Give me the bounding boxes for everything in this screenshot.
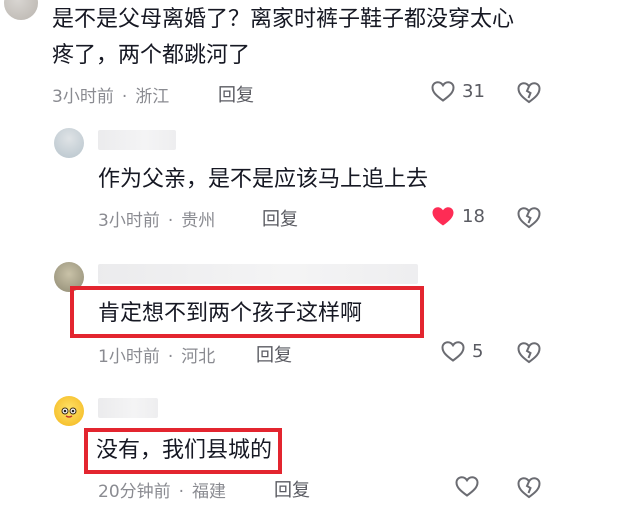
avatar[interactable] xyxy=(54,396,84,426)
comment-meta: 1小时前 · 河北 xyxy=(98,342,215,367)
avatar[interactable] xyxy=(4,0,38,20)
comment-meta: 20分钟前 · 福建 xyxy=(98,477,226,502)
comment-time: 3小时前 xyxy=(98,211,160,231)
comment-text: 肯定想不到两个孩子这样啊 xyxy=(98,301,363,326)
comment-location: 福建 xyxy=(192,482,227,502)
like-button[interactable]: 18 xyxy=(430,204,485,228)
meta-separator: · xyxy=(167,347,174,367)
broken-heart-icon xyxy=(516,474,542,500)
comment-time: 20分钟前 xyxy=(98,482,171,502)
comment-text: 作为父亲，是不是应该马上追上去 xyxy=(98,167,429,192)
like-button[interactable]: 5 xyxy=(440,339,483,363)
dislike-button[interactable] xyxy=(516,474,542,500)
broken-heart-icon xyxy=(516,79,542,105)
dislike-button[interactable] xyxy=(516,79,542,105)
reply-button[interactable]: 回复 xyxy=(256,341,292,367)
heart-outline-icon xyxy=(440,339,466,363)
comment-text-line-1: 是不是父母离婚了？离家时裤子鞋子都没穿太心 xyxy=(52,7,515,32)
cartoon-face-icon xyxy=(60,404,78,418)
like-count: 5 xyxy=(472,340,484,362)
heart-outline-icon xyxy=(430,79,456,103)
like-count: 18 xyxy=(462,205,485,227)
comment-text: 没有，我们县城的 xyxy=(96,438,273,463)
meta-separator: · xyxy=(167,211,174,231)
meta-separator: · xyxy=(121,87,128,107)
comment-location: 贵州 xyxy=(181,211,216,231)
avatar[interactable] xyxy=(54,128,84,158)
comment-time: 1小时前 xyxy=(98,347,160,367)
reply-button[interactable]: 回复 xyxy=(274,476,310,502)
dislike-button[interactable] xyxy=(516,204,542,230)
broken-heart-icon xyxy=(516,204,542,230)
username-blurred[interactable] xyxy=(98,130,176,150)
reply-button[interactable]: 回复 xyxy=(262,205,298,231)
comment-meta: 3小时前 · 贵州 xyxy=(98,206,215,231)
comment-location: 浙江 xyxy=(135,87,170,107)
like-count: 31 xyxy=(462,80,485,102)
like-button[interactable]: 31 xyxy=(430,79,485,103)
broken-heart-icon xyxy=(516,339,542,365)
comment-time: 3小时前 xyxy=(52,87,114,107)
meta-separator: · xyxy=(178,482,185,502)
comment-location: 河北 xyxy=(181,347,216,367)
heart-outline-icon xyxy=(454,474,480,498)
reply-button[interactable]: 回复 xyxy=(218,81,254,107)
heart-filled-icon xyxy=(430,204,456,228)
like-button[interactable] xyxy=(454,474,480,498)
username-blurred[interactable] xyxy=(98,398,158,418)
comment-meta: 3小时前 · 浙江 xyxy=(52,82,169,107)
dislike-button[interactable] xyxy=(516,339,542,365)
username-blurred[interactable] xyxy=(98,264,418,284)
comment-text-line-2: 疼了，两个都跳河了 xyxy=(52,43,251,68)
